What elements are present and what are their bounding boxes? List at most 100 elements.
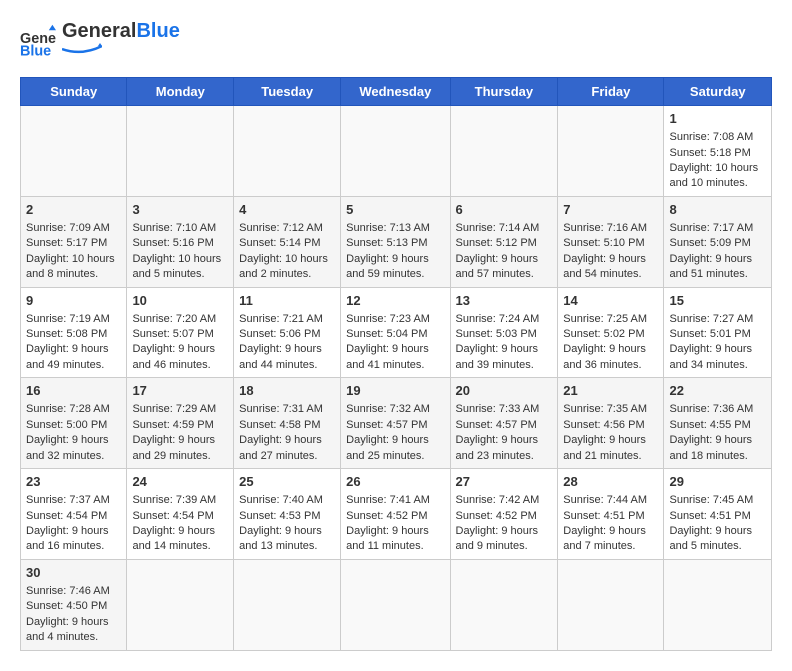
day-info: Sunrise: 7:13 AM Sunset: 5:13 PM Dayligh… [346, 222, 430, 280]
day-info: Sunrise: 7:16 AM Sunset: 5:10 PM Dayligh… [563, 222, 647, 280]
day-cell-18: 18Sunrise: 7:31 AM Sunset: 4:58 PM Dayli… [234, 378, 341, 469]
day-number: 2 [26, 201, 121, 219]
day-number: 24 [132, 473, 228, 491]
day-number: 23 [26, 473, 121, 491]
day-info: Sunrise: 7:41 AM Sunset: 4:52 PM Dayligh… [346, 494, 430, 552]
day-info: Sunrise: 7:27 AM Sunset: 5:01 PM Dayligh… [669, 313, 753, 371]
day-number: 20 [456, 382, 553, 400]
day-cell-10: 10 Sunrise: 7:20 AM Sunset: 5:07 PM Dayli… [127, 287, 234, 378]
day-number: 17 [132, 382, 228, 400]
week-row-6: 30 Sunrise: 7:46 AM Sunset: 4:50 PM Dayli… [21, 559, 772, 650]
day-number: 9 [26, 292, 121, 310]
day-number: 28 [563, 473, 658, 491]
day-info: Sunrise: 7:45 AM Sunset: 4:51 PM Dayligh… [669, 494, 753, 552]
day-number: 22 [669, 382, 766, 400]
day-cell-8: 8Sunrise: 7:17 AM Sunset: 5:09 PM Daylig… [664, 196, 772, 287]
day-info: Sunrise: 7:10 AM Sunset: 5:16 PM Dayligh… [132, 222, 221, 280]
day-info: Sunrise: 7:21 AM Sunset: 5:06 PM Dayligh… [239, 313, 323, 371]
empty-cell [341, 559, 450, 650]
day-info: Sunrise: 7:17 AM Sunset: 5:09 PM Dayligh… [669, 222, 753, 280]
day-number: 29 [669, 473, 766, 491]
week-row-4: 16 Sunrise: 7:28 AM Sunset: 5:00 PM Dayli… [21, 378, 772, 469]
day-info: Sunrise: 7:32 AM Sunset: 4:57 PM Dayligh… [346, 403, 430, 461]
day-number: 3 [132, 201, 228, 219]
day-info: Sunrise: 7:36 AM Sunset: 4:55 PM Dayligh… [669, 403, 753, 461]
day-number: 13 [456, 292, 553, 310]
day-number: 27 [456, 473, 553, 491]
day-info: Sunrise: 7:35 AM Sunset: 4:56 PM Dayligh… [563, 403, 647, 461]
empty-cell [664, 559, 772, 650]
day-info: Sunrise: 7:37 AM Sunset: 4:54 PM Dayligh… [26, 494, 110, 552]
logo-icon: General Blue [20, 23, 56, 59]
day-cell-15: 15 Sunrise: 7:27 AM Sunset: 5:01 PM Dayli… [664, 287, 772, 378]
day-number: 15 [669, 292, 766, 310]
day-number: 5 [346, 201, 444, 219]
day-info: Sunrise: 7:31 AM Sunset: 4:58 PM Dayligh… [239, 403, 323, 461]
empty-cell [127, 106, 234, 197]
day-info: Sunrise: 7:24 AM Sunset: 5:03 PM Dayligh… [456, 313, 540, 371]
day-cell-24: 24Sunrise: 7:39 AM Sunset: 4:54 PM Dayli… [127, 469, 234, 560]
day-number: 11 [239, 292, 335, 310]
day-cell-23: 23 Sunrise: 7:37 AM Sunset: 4:54 PM Dayli… [21, 469, 127, 560]
day-number: 6 [456, 201, 553, 219]
day-cell-9: 9Sunrise: 7:19 AM Sunset: 5:08 PM Daylig… [21, 287, 127, 378]
day-info: Sunrise: 7:23 AM Sunset: 5:04 PM Dayligh… [346, 313, 430, 371]
day-number: 30 [26, 564, 121, 582]
empty-cell [341, 106, 450, 197]
day-number: 7 [563, 201, 658, 219]
day-cell-11: 11 Sunrise: 7:21 AM Sunset: 5:06 PM Dayli… [234, 287, 341, 378]
day-cell-27: 27 Sunrise: 7:42 AM Sunset: 4:52 PM Dayli… [450, 469, 558, 560]
empty-cell [234, 106, 341, 197]
empty-cell [127, 559, 234, 650]
day-cell-30: 30 Sunrise: 7:46 AM Sunset: 4:50 PM Dayli… [21, 559, 127, 650]
weekday-header-row: SundayMondayTuesdayWednesdayThursdayFrid… [21, 78, 772, 106]
day-number: 16 [26, 382, 121, 400]
logo: General Blue GeneralBlue [20, 20, 180, 61]
day-number: 4 [239, 201, 335, 219]
day-cell-25: 25 Sunrise: 7:40 AM Sunset: 4:53 PM Dayli… [234, 469, 341, 560]
day-info: Sunrise: 7:29 AM Sunset: 4:59 PM Dayligh… [132, 403, 216, 461]
week-row-5: 23 Sunrise: 7:37 AM Sunset: 4:54 PM Dayli… [21, 469, 772, 560]
empty-cell [558, 106, 664, 197]
week-row-1: 1Sunrise: 7:08 AM Sunset: 5:18 PM Daylig… [21, 106, 772, 197]
weekday-header-wednesday: Wednesday [341, 78, 450, 106]
day-number: 21 [563, 382, 658, 400]
day-info: Sunrise: 7:40 AM Sunset: 4:53 PM Dayligh… [239, 494, 323, 552]
day-number: 1 [669, 110, 766, 128]
empty-cell [450, 106, 558, 197]
weekday-header-sunday: Sunday [21, 78, 127, 106]
empty-cell [558, 559, 664, 650]
day-cell-4: 4 Sunrise: 7:12 AM Sunset: 5:14 PM Daylig… [234, 196, 341, 287]
day-info: Sunrise: 7:28 AM Sunset: 5:00 PM Dayligh… [26, 403, 110, 461]
day-cell-5: 5 Sunrise: 7:13 AM Sunset: 5:13 PM Daylig… [341, 196, 450, 287]
day-number: 19 [346, 382, 444, 400]
day-cell-21: 21 Sunrise: 7:35 AM Sunset: 4:56 PM Dayli… [558, 378, 664, 469]
day-cell-17: 17 Sunrise: 7:29 AM Sunset: 4:59 PM Dayli… [127, 378, 234, 469]
day-info: Sunrise: 7:12 AM Sunset: 5:14 PM Dayligh… [239, 222, 328, 280]
calendar-table: SundayMondayTuesdayWednesdayThursdayFrid… [20, 77, 772, 651]
svg-text:Blue: Blue [20, 43, 51, 59]
logo-blue: Blue [136, 20, 179, 42]
logo-general: General [62, 20, 136, 42]
week-row-2: 2Sunrise: 7:09 AM Sunset: 5:17 PM Daylig… [21, 196, 772, 287]
day-cell-6: 6Sunrise: 7:14 AM Sunset: 5:12 PM Daylig… [450, 196, 558, 287]
logo-swoosh [62, 42, 102, 56]
day-info: Sunrise: 7:25 AM Sunset: 5:02 PM Dayligh… [563, 313, 647, 371]
week-row-3: 9Sunrise: 7:19 AM Sunset: 5:08 PM Daylig… [21, 287, 772, 378]
day-info: Sunrise: 7:46 AM Sunset: 4:50 PM Dayligh… [26, 585, 110, 643]
day-cell-22: 22 Sunrise: 7:36 AM Sunset: 4:55 PM Dayli… [664, 378, 772, 469]
weekday-header-saturday: Saturday [664, 78, 772, 106]
day-info: Sunrise: 7:44 AM Sunset: 4:51 PM Dayligh… [563, 494, 647, 552]
weekday-header-monday: Monday [127, 78, 234, 106]
day-cell-13: 13 Sunrise: 7:24 AM Sunset: 5:03 PM Dayli… [450, 287, 558, 378]
day-number: 10 [132, 292, 228, 310]
day-cell-19: 19 Sunrise: 7:32 AM Sunset: 4:57 PM Dayli… [341, 378, 450, 469]
day-cell-28: 28 Sunrise: 7:44 AM Sunset: 4:51 PM Dayli… [558, 469, 664, 560]
weekday-header-tuesday: Tuesday [234, 78, 341, 106]
day-number: 26 [346, 473, 444, 491]
day-info: Sunrise: 7:42 AM Sunset: 4:52 PM Dayligh… [456, 494, 540, 552]
day-info: Sunrise: 7:20 AM Sunset: 5:07 PM Dayligh… [132, 313, 216, 371]
day-number: 25 [239, 473, 335, 491]
day-cell-16: 16 Sunrise: 7:28 AM Sunset: 5:00 PM Dayli… [21, 378, 127, 469]
day-cell-14: 14Sunrise: 7:25 AM Sunset: 5:02 PM Dayli… [558, 287, 664, 378]
